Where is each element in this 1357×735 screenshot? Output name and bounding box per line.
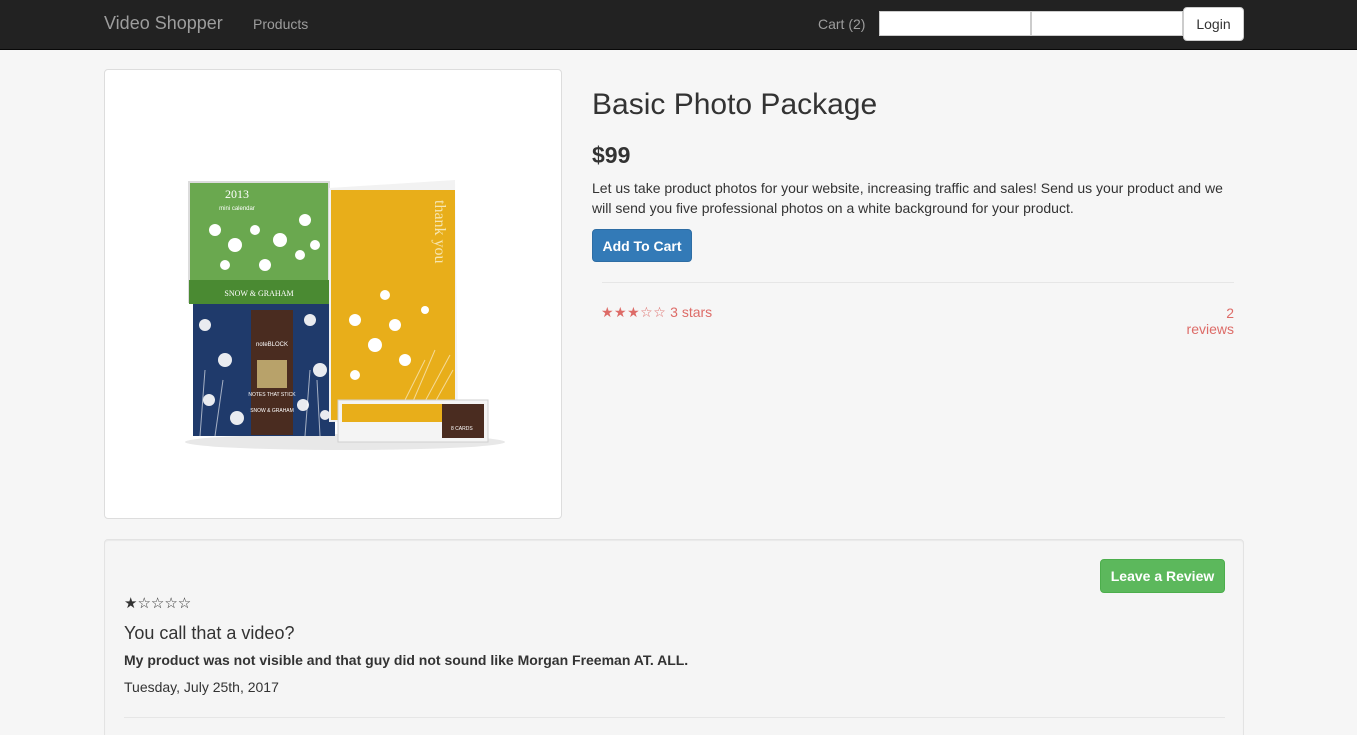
product-image: noteBLOCK NOTES THAT STICK SNOW & GRAHAM… xyxy=(104,69,562,519)
reviews-count: 2 reviews xyxy=(1186,305,1234,337)
login-button[interactable]: Login xyxy=(1183,7,1244,41)
card-text: thank you xyxy=(431,200,448,264)
password-input[interactable] xyxy=(1031,11,1183,36)
product-photo: noteBLOCK NOTES THAT STICK SNOW & GRAHAM… xyxy=(185,180,505,450)
box-brand-top-text: noteBLOCK xyxy=(256,342,288,348)
username-input[interactable] xyxy=(879,11,1031,36)
product-rating: ★★★☆☆ 3 stars xyxy=(601,304,712,321)
product-description: Let us take product photos for your webs… xyxy=(592,180,1223,216)
brand-link[interactable]: Video Shopper xyxy=(104,13,223,34)
review-title: You call that a video? xyxy=(124,623,295,643)
nav-cart-link[interactable]: Cart (2) xyxy=(818,16,865,32)
review-date: Tuesday, July 25th, 2017 xyxy=(124,679,279,695)
calendar-year-text: 2013 xyxy=(225,187,249,201)
box-label-text: NOTES THAT STICK xyxy=(248,392,296,398)
rating-label: 3 stars xyxy=(670,304,713,320)
product-price: $99 xyxy=(592,142,631,168)
review-star-icon: ★☆☆☆☆ xyxy=(124,595,192,612)
navbar: Video Shopper Products Cart (2) Login xyxy=(0,0,1357,50)
box-brand-text: SNOW & GRAHAM xyxy=(250,408,294,414)
nav-products-link[interactable]: Products xyxy=(253,16,308,32)
add-to-cart-button[interactable]: Add To Cart xyxy=(592,229,692,262)
review-body: My product was not visible and that guy … xyxy=(124,652,689,668)
calendar-word-text: mini calendar xyxy=(219,206,255,212)
calendar-brand-text: SNOW & GRAHAM xyxy=(224,289,293,298)
reviews-panel: Leave a Review ★☆☆☆☆ You call that a vid… xyxy=(104,539,1244,735)
product-title: Basic Photo Package xyxy=(592,88,878,121)
divider xyxy=(602,282,1234,283)
cards-label-text: 8 CARDS xyxy=(451,426,473,432)
star-rating-icon: ★★★☆☆ xyxy=(601,304,667,320)
leave-review-button[interactable]: Leave a Review xyxy=(1100,559,1225,593)
divider xyxy=(124,717,1225,718)
